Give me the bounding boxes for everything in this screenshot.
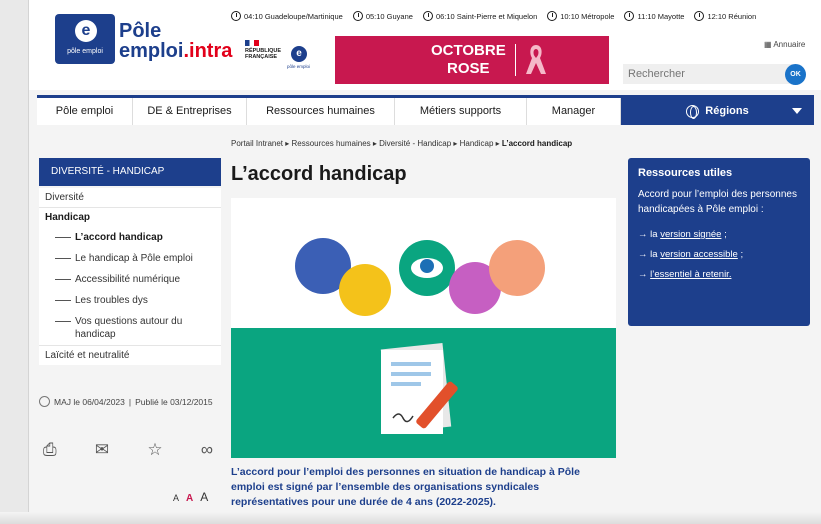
globe-icon bbox=[686, 104, 700, 119]
dropdown-triangle-icon bbox=[792, 108, 802, 114]
pole-emploi-small-text: pôle emploi bbox=[287, 64, 311, 69]
arrow-right-icon bbox=[55, 273, 75, 286]
nav-item-metiers-supports[interactable]: Métiers supports bbox=[395, 98, 527, 125]
ressources-description: Accord pour l’emploi des personnes handi… bbox=[638, 189, 797, 215]
french-flag-icon bbox=[245, 40, 259, 46]
eye-icon bbox=[399, 240, 455, 296]
clock-item: 11:10 Mayotte bbox=[624, 8, 684, 24]
pole-emploi-small-logo-icon: e bbox=[291, 46, 307, 62]
site-title-emploi: emploi bbox=[119, 40, 184, 62]
search-input[interactable] bbox=[623, 64, 793, 84]
ressources-utiles-box: Ressources utiles Accord pour l’emploi d… bbox=[628, 158, 810, 326]
nav-item-pole-emploi[interactable]: Pôle emploi bbox=[37, 98, 133, 125]
arrow-right-icon bbox=[55, 315, 75, 341]
sidebar-menu: Diversité Handicap L’accord handicap Le … bbox=[39, 188, 221, 365]
breadcrumb-current: L’accord handicap bbox=[501, 139, 573, 148]
ear-icon bbox=[489, 240, 545, 296]
font-size-large[interactable]: A bbox=[200, 490, 208, 504]
sidebar-title[interactable]: DIVERSITÉ - HANDICAP bbox=[39, 158, 221, 186]
page-title: L’accord handicap bbox=[231, 163, 407, 185]
clock-icon bbox=[422, 11, 433, 21]
octobre-rose-banner[interactable]: OCTOBRE ROSE bbox=[335, 36, 609, 84]
ressource-link-essentiel[interactable]: → l’essentiel à retenir. bbox=[638, 265, 800, 285]
document-signature-icon bbox=[380, 342, 458, 434]
clock-icon bbox=[624, 11, 635, 21]
search-ok-button[interactable]: OK bbox=[785, 64, 806, 85]
main-nav: Pôle emploi DE & Entreprises Ressources … bbox=[37, 95, 814, 125]
clock-item: 04:10 Guadeloupe/Martinique bbox=[231, 8, 343, 24]
ressources-title: Ressources utiles bbox=[638, 167, 733, 179]
pole-emploi-logo[interactable]: e pôle emploi bbox=[55, 14, 115, 64]
clock-icon bbox=[547, 11, 558, 21]
logo-small-text: pôle emploi bbox=[67, 48, 103, 55]
republique-text: RÉPUBLIQUE FRANÇAISE bbox=[245, 48, 282, 60]
separator: | bbox=[128, 396, 132, 407]
lead-paragraph: L’accord pour l’emploi des personnes en … bbox=[231, 466, 580, 508]
ressource-link-accessible[interactable]: → la version accessible ; bbox=[638, 245, 800, 265]
clock-item: 10:10 Métropole bbox=[547, 8, 614, 24]
arrow-right-icon bbox=[55, 231, 75, 244]
sidebar-item-laicite[interactable]: Laïcité et neutralité bbox=[39, 346, 221, 365]
breadcrumb: Portail Intranet ▸ Ressources humaines ▸… bbox=[231, 139, 573, 148]
clock-item: 05:10 Guyane bbox=[352, 8, 413, 24]
breadcrumb-item[interactable]: Portail Intranet bbox=[231, 139, 283, 148]
banner-divider bbox=[515, 44, 516, 76]
banner-line2: ROSE bbox=[447, 60, 490, 77]
sidebar-subitem-accord-handicap[interactable]: L’accord handicap bbox=[39, 227, 221, 248]
nav-item-manager[interactable]: Manager bbox=[527, 98, 621, 125]
nav-item-regions[interactable]: Régions bbox=[621, 98, 814, 125]
font-size-medium[interactable]: A bbox=[186, 493, 193, 504]
refresh-icon bbox=[39, 396, 50, 407]
print-icon[interactable]: ⎙ bbox=[43, 440, 57, 462]
page: e pôle emploi Pôle emploi .intra 04:10 Gu… bbox=[28, 0, 821, 524]
ressource-link-signed[interactable]: → la version signée ; bbox=[638, 225, 800, 245]
share-link-icon[interactable]: ∞ bbox=[201, 440, 213, 462]
bone-joint-icon bbox=[339, 264, 391, 316]
clock-icon bbox=[694, 11, 705, 21]
site-title-line2[interactable]: emploi.intra bbox=[119, 40, 232, 63]
nav-item-de-entreprises[interactable]: DE & Entreprises bbox=[133, 98, 247, 125]
nav-item-ressources-humaines[interactable]: Ressources humaines bbox=[247, 98, 395, 125]
clock-icon bbox=[231, 11, 241, 21]
annuaire-link[interactable]: ▦ Annuaire bbox=[764, 40, 805, 49]
breadcrumb-item[interactable]: Handicap bbox=[460, 139, 494, 148]
maj-date: MAJ le 06/04/2023 bbox=[54, 396, 125, 407]
sidebar-subitem-handicap-pole-emploi[interactable]: Le handicap à Pôle emploi bbox=[39, 248, 221, 269]
font-size-small[interactable]: A bbox=[173, 493, 179, 503]
clock-icon bbox=[352, 11, 363, 21]
site-title-intra: .intra bbox=[183, 40, 233, 62]
publish-date: Publié le 03/12/2015 bbox=[135, 396, 213, 407]
sidebar-subitem-accessibilite[interactable]: Accessibilité numérique bbox=[39, 269, 221, 290]
sidebar-item-diversite[interactable]: Diversité bbox=[39, 188, 221, 208]
header: e pôle emploi Pôle emploi.intra 04:10 Gu… bbox=[29, 0, 821, 90]
page-tools: ⎙ ✉ ☆ ∞ bbox=[43, 440, 213, 462]
breadcrumb-item[interactable]: Ressources humaines bbox=[292, 139, 371, 148]
sidebar-item-handicap[interactable]: Handicap bbox=[39, 208, 221, 227]
clock-item: 06:10 Saint-Pierre et Miquelon bbox=[422, 8, 537, 24]
pink-ribbon-icon bbox=[526, 45, 546, 74]
sidebar-subitem-troubles-dys[interactable]: Les troubles dys bbox=[39, 290, 221, 311]
logo-e-icon: e bbox=[75, 20, 97, 42]
sidebar-subitem-questions[interactable]: Vos questions autour du handicap bbox=[39, 311, 221, 346]
arrow-right-icon bbox=[55, 294, 75, 307]
hero-illustration bbox=[231, 198, 616, 458]
banner-line1: OCTOBRE bbox=[431, 42, 506, 59]
mail-icon[interactable]: ✉ bbox=[95, 440, 109, 462]
republique-francaise-logo: RÉPUBLIQUE FRANÇAISE e pôle emploi bbox=[241, 38, 333, 82]
clock-item: 12:10 Réunion bbox=[694, 8, 756, 24]
bottom-shadow bbox=[0, 512, 821, 524]
favorite-star-icon[interactable]: ☆ bbox=[147, 440, 162, 462]
timezone-clocks: 04:10 Guadeloupe/Martinique 05:10 Guyane… bbox=[231, 8, 821, 24]
font-size-controls: A A A bbox=[173, 490, 208, 504]
arrow-right-icon bbox=[55, 252, 75, 265]
breadcrumb-item[interactable]: Diversité - Handicap bbox=[379, 139, 451, 148]
update-info: MAJ le 06/04/2023 | Publié le 03/12/2015 bbox=[39, 396, 221, 407]
